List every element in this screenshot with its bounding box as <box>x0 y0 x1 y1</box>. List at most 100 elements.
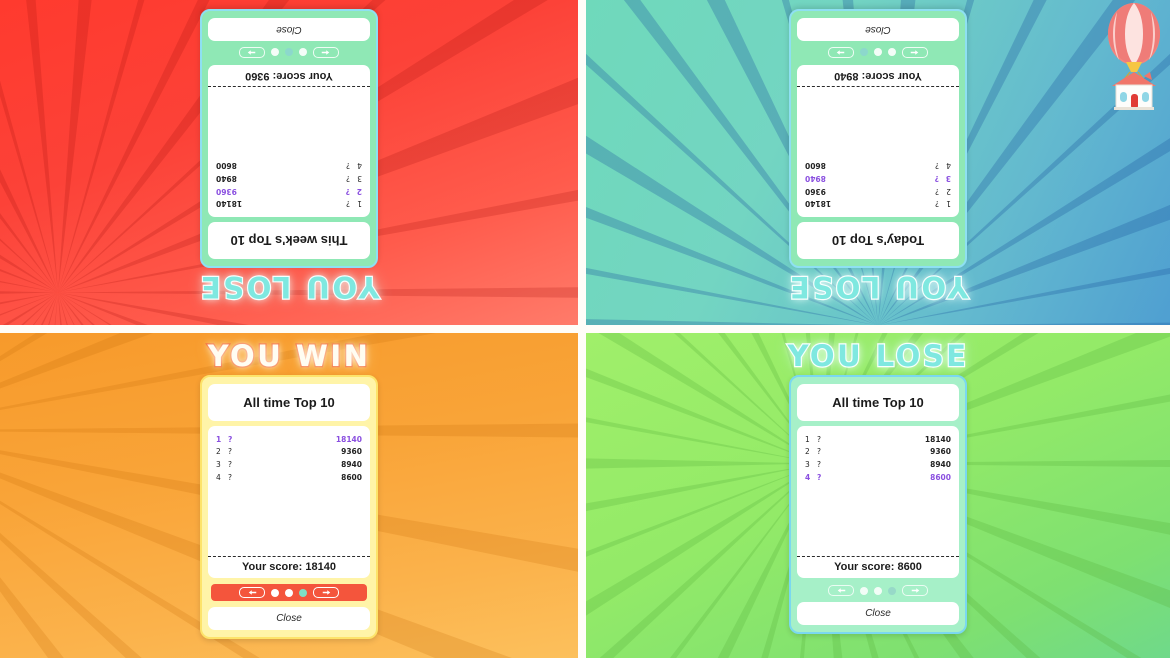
result-dialog-wrapper: YOU LOSE Today's Top 10 1? 18140 2? 9360 3? 8… <box>786 9 970 305</box>
leaderboard-row: 2? 9360 <box>216 446 362 459</box>
leaderboard-row: 1? 18140 <box>216 197 362 210</box>
pagination-control[interactable] <box>211 584 367 601</box>
result-banner-win: YOU WIN <box>206 339 371 373</box>
row-rank: 3 <box>945 174 951 184</box>
row-player-name: ? <box>228 459 232 469</box>
prev-page-button[interactable] <box>239 587 265 598</box>
arrow-right-icon <box>911 587 920 594</box>
leaderboard-row: 3? 8940 <box>216 458 362 471</box>
result-banner-lose: YOU LOSE <box>786 339 969 373</box>
leaderboard-row: 2? 9360 <box>805 446 951 459</box>
prev-page-button[interactable] <box>902 47 928 58</box>
close-button[interactable]: Close <box>208 18 370 41</box>
row-rank: 2 <box>216 447 221 457</box>
row-rank: 1 <box>216 434 222 444</box>
result-banner-lose: YOU LOSE <box>197 269 380 305</box>
page-dot[interactable] <box>285 588 293 597</box>
page-dot[interactable] <box>888 48 896 57</box>
arrow-right-icon <box>248 49 257 56</box>
leaderboard-body: 1? 18140 2? 9360 3? 8940 4? 8600 Your score: 93… <box>208 65 370 217</box>
row-rank: 1 <box>357 199 362 209</box>
arrow-left-icon <box>248 589 257 596</box>
page-dot[interactable] <box>299 48 307 57</box>
leaderboard-row: 4? 8600 <box>805 471 951 484</box>
page-dot-active[interactable] <box>285 48 293 57</box>
next-page-button[interactable] <box>902 585 928 596</box>
leaderboard-row: 2? 9360 <box>805 185 951 198</box>
row-player-name: ? <box>228 434 233 444</box>
row-player-name: ? <box>228 447 232 457</box>
row-rank: 3 <box>216 459 221 469</box>
arrow-left-icon <box>322 49 331 56</box>
leaderboard-dialog: All time Top 10 1? 18140 2? 9360 3? 8940 4? 860… <box>789 375 967 634</box>
row-score: 8940 <box>805 174 826 184</box>
leaderboard-body: 1? 18140 2? 9360 3? 8940 4? 8600 Your score: 18… <box>208 426 370 578</box>
panel-grid: YOU LOSE This week's Top 10 1? 18140 2? 936… <box>0 0 1170 658</box>
page-dot-active[interactable] <box>888 586 896 595</box>
leaderboard-rows: 1? 18140 2? 9360 3? 8940 4? 8600 <box>216 87 362 210</box>
your-score-label: Your score: 18140 <box>242 561 336 573</box>
row-score: 18140 <box>805 199 832 209</box>
leaderboard-title: All time Top 10 <box>208 384 370 421</box>
row-player-name: ? <box>228 472 232 482</box>
row-score: 9360 <box>805 186 826 196</box>
row-rank: 2 <box>946 186 951 196</box>
close-button[interactable]: Close <box>797 18 959 41</box>
leaderboard-row: 1? 18140 <box>216 433 362 446</box>
next-page-button[interactable] <box>828 47 854 58</box>
pagination-control[interactable] <box>208 46 370 60</box>
row-rank: 1 <box>805 434 810 444</box>
row-score: 8940 <box>341 459 362 469</box>
leaderboard-dialog: All time Top 10 1? 18140 2? 9360 3? 8940 4? 860… <box>200 375 378 639</box>
row-rank: 4 <box>946 161 951 171</box>
your-score-label: Your score: 8940 <box>834 70 922 82</box>
row-rank: 4 <box>357 161 362 171</box>
page-dot[interactable] <box>874 48 882 57</box>
result-banner-lose: YOU LOSE <box>786 269 969 305</box>
row-score: 8600 <box>930 472 951 482</box>
row-player-name: ? <box>817 434 821 444</box>
arrow-left-icon <box>911 49 920 56</box>
leaderboard-row: 1? 18140 <box>805 433 951 446</box>
page-dot[interactable] <box>271 48 279 57</box>
page-dot-active[interactable] <box>860 48 868 57</box>
row-player-name: ? <box>346 161 350 171</box>
page-dot-active[interactable] <box>299 588 307 597</box>
leaderboard-body: 1? 18140 2? 9360 3? 8940 4? 8600 Your score: 86… <box>797 426 959 578</box>
row-player-name: ? <box>817 472 822 482</box>
page-dot[interactable] <box>271 588 279 597</box>
page-dot[interactable] <box>860 586 868 595</box>
next-page-button[interactable] <box>239 47 265 58</box>
game-result-panel-bottom-right: YOU LOSE All time Top 10 1? 18140 2? 9360 3?… <box>586 333 1170 658</box>
row-rank: 2 <box>805 447 810 457</box>
prev-page-button[interactable] <box>313 47 339 58</box>
row-score: 9360 <box>216 186 237 196</box>
result-dialog-wrapper: YOU LOSE All time Top 10 1? 18140 2? 9360 3?… <box>786 339 969 634</box>
leaderboard-title: All time Top 10 <box>797 384 959 421</box>
next-page-button[interactable] <box>313 587 339 598</box>
row-rank: 1 <box>946 199 951 209</box>
row-score: 9360 <box>341 447 362 457</box>
arrow-left-icon <box>837 587 846 594</box>
prev-page-button[interactable] <box>828 585 854 596</box>
your-score-label: Your score: 8600 <box>834 561 922 573</box>
close-button[interactable]: Close <box>797 602 959 625</box>
row-score: 18140 <box>335 434 362 444</box>
game-result-panel-top-left: YOU LOSE This week's Top 10 1? 18140 2? 936… <box>0 0 578 325</box>
row-score: 8600 <box>805 161 826 171</box>
pagination-control[interactable] <box>797 46 959 60</box>
leaderboard-rows: 1? 18140 2? 9360 3? 8940 4? 8600 <box>805 87 951 210</box>
leaderboard-row: 1? 18140 <box>805 197 951 210</box>
leaderboard-title: Today's Top 10 <box>797 222 959 259</box>
leaderboard-body: 1? 18140 2? 9360 3? 8940 4? 8600 Your score: 89… <box>797 65 959 217</box>
arrow-right-icon <box>322 589 331 596</box>
leaderboard-rows: 1? 18140 2? 9360 3? 8940 4? 8600 <box>805 433 951 556</box>
close-button[interactable]: Close <box>208 607 370 630</box>
row-rank: 2 <box>356 186 362 196</box>
leaderboard-row: 3? 8940 <box>216 172 362 185</box>
row-score: 8940 <box>216 174 237 184</box>
score-divider <box>797 86 959 87</box>
page-dot[interactable] <box>874 586 882 595</box>
pagination-control[interactable] <box>797 583 959 597</box>
result-dialog-wrapper: YOU LOSE This week's Top 10 1? 18140 2? 936… <box>197 9 381 305</box>
